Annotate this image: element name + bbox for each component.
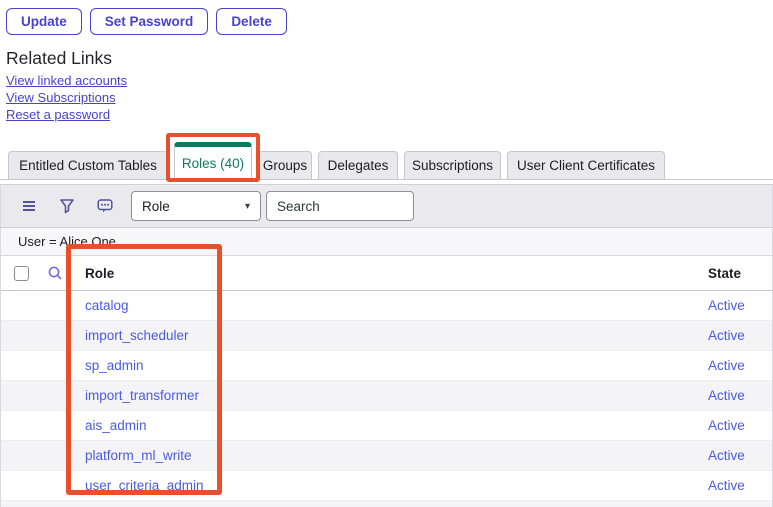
column-search-icon[interactable] [47,265,63,281]
tab-label: Subscriptions [412,158,493,173]
table-header-row: Role State [1,256,772,291]
role-link[interactable]: sp_admin [85,358,144,373]
user-record-page: Update Set Password Delete Related Links… [0,0,773,507]
list-toolbar: Role ▾ [1,184,772,228]
role-cell: import_transformer [1,388,708,403]
state-cell: Active [708,388,772,403]
state-cell: Active [708,328,772,343]
set-password-button[interactable]: Set Password [90,8,209,35]
tab-user-client-certificates[interactable]: User Client Certificates [507,151,665,179]
link-view-linked-accounts[interactable]: View linked accounts [6,74,773,88]
filter-icon[interactable] [59,198,75,214]
chevron-down-icon: ▾ [245,201,250,212]
role-link[interactable]: import_transformer [85,388,199,403]
role-cell: user_criteria_admin [1,478,708,493]
role-cell: ais_admin [1,418,708,433]
form-actions: Update Set Password Delete [0,0,773,35]
column-header-role[interactable]: Role [85,266,708,281]
tab-bar: Entitled Custom Tables Roles (40) Groups… [0,141,773,180]
role-link[interactable]: platform_ml_write [85,448,192,463]
tab-groups[interactable]: Groups [258,151,312,179]
role-link[interactable]: ais_admin [85,418,147,433]
related-links: View linked accounts View Subscriptions … [0,74,773,122]
delete-button[interactable]: Delete [216,8,287,35]
table-row: catalog Active [1,291,772,321]
role-cell: import_scheduler [1,328,708,343]
search-input[interactable] [266,191,414,221]
role-cell: sp_admin [1,358,708,373]
role-link[interactable]: import_scheduler [85,328,189,343]
tab-label: Delegates [328,158,389,173]
table-row: user_criteria_admin Active [1,471,772,501]
role-link[interactable]: catalog [85,298,129,313]
role-cell: catalog [1,298,708,313]
update-button[interactable]: Update [6,8,82,35]
table-row: import_transformer Active [1,381,772,411]
role-cell: platform_ml_write [1,448,708,463]
tab-label: Roles (40) [182,156,244,171]
role-link[interactable]: user_criteria_admin [85,478,204,493]
tab-delegates[interactable]: Delegates [318,151,398,179]
state-cell: Active [708,358,772,373]
tab-roles-40[interactable]: Roles (40) [174,142,252,180]
table-row-partial [1,501,772,507]
link-view-subscriptions[interactable]: View Subscriptions [6,91,773,105]
related-links-heading: Related Links [6,48,773,69]
state-cell: Active [708,478,772,493]
link-reset-a-password[interactable]: Reset a password [6,108,773,122]
breadcrumb: User = Alice One [1,228,772,256]
state-cell: Active [708,298,772,313]
tab-subscriptions[interactable]: Subscriptions [404,151,501,179]
table-row: import_scheduler Active [1,321,772,351]
table-body: catalog Active import_scheduler Active s… [1,291,772,501]
table-row: sp_admin Active [1,351,772,381]
state-cell: Active [708,448,772,463]
chat-icon[interactable] [97,198,113,214]
select-all-checkbox[interactable] [14,266,29,281]
table-row: platform_ml_write Active [1,441,772,471]
table-row: ais_admin Active [1,411,772,441]
menu-icon[interactable] [21,198,37,214]
roles-list: Role ▾ User = Alice One Role State catal… [0,184,773,507]
tab-entitled-custom-tables[interactable]: Entitled Custom Tables [8,151,168,179]
search-column-value: Role [142,199,170,214]
tab-label: User Client Certificates [517,158,655,173]
state-cell: Active [708,418,772,433]
breadcrumb-text[interactable]: User = Alice One [18,234,116,249]
tab-label: Groups [263,158,307,173]
tab-label: Entitled Custom Tables [19,158,157,173]
column-header-state[interactable]: State [708,266,772,281]
search-column-select[interactable]: Role ▾ [131,191,261,221]
